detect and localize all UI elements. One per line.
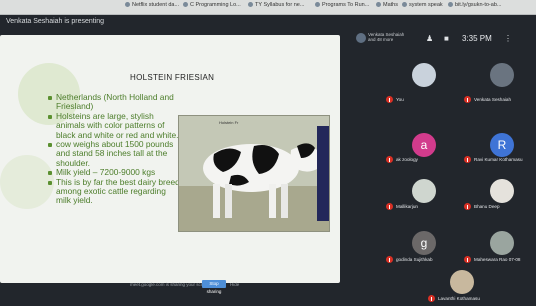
bookmark-icon: [402, 2, 407, 8]
bookmark-icon: [448, 2, 453, 8]
chat-icon[interactable]: ■: [444, 34, 449, 43]
presentation-chip[interactable]: Venkata Seshaiah and 48 more: [368, 32, 408, 42]
bullet-item: cow weighs about 1500 pounds and stand 5…: [48, 139, 180, 168]
participant-name: Ravi Kumar Kothamasu: [474, 157, 523, 162]
participants-icon[interactable]: ♟: [426, 34, 433, 43]
bookmark-item[interactable]: C Programming Lo...: [183, 2, 241, 8]
participant-name: Bhanu Deep: [474, 204, 500, 209]
participant-name: Lavanthi Kothamasu: [438, 296, 480, 301]
clock: 3:35 PM: [462, 34, 492, 43]
bookmark-item[interactable]: bit.ly/gsukn-to-ab...: [448, 2, 501, 8]
presentation-slide: HOLSTEIN FRIESIAN Netherlands (North Hol…: [0, 35, 340, 294]
bookmark-icon: [248, 2, 253, 8]
bookmark-icon: [183, 2, 188, 8]
bookmarks-bar: Netflix student da... C Programming Lo..…: [0, 0, 536, 15]
bookmark-item[interactable]: Netflix student da...: [125, 2, 179, 8]
participant-name: ak zoology: [396, 157, 418, 162]
cow-photo: Holstein Fr: [178, 115, 330, 232]
bookmark-item[interactable]: TY Syllabus for ne...: [248, 2, 304, 8]
bookmark-icon: [315, 2, 320, 8]
avatar: [490, 179, 514, 203]
mic-muted-icon: [386, 96, 393, 103]
presentation-icon: [356, 33, 366, 43]
avatar: [490, 63, 514, 87]
bullet-item: This is by far the best dairy breed amon…: [48, 177, 180, 206]
avatar: R: [490, 133, 514, 157]
participant-name: Mallikarjun: [396, 204, 418, 209]
screen-share-bar: meet.google.com is sharing your screen. …: [130, 280, 240, 294]
avatar: [412, 63, 436, 87]
mic-muted-icon: [464, 203, 471, 210]
cow-illustration: [179, 116, 329, 231]
hide-button[interactable]: Hide: [230, 282, 239, 287]
bullet-item: Netherlands (North Holland and Friesland…: [48, 92, 180, 112]
participant-name: Maheswara Rao 07-08: [474, 257, 521, 262]
more-options-icon[interactable]: ⋮: [504, 34, 512, 43]
participant-name: You: [396, 97, 404, 102]
stop-sharing-button[interactable]: Stop sharing: [202, 280, 226, 294]
presenter-label: Venkata Seshaiah is presenting: [6, 18, 105, 25]
avatar: a: [412, 133, 436, 157]
mic-muted-icon: [464, 156, 471, 163]
meet-top-controls: Venkata Seshaiah and 48 more ♟ ■ 3:35 PM…: [356, 32, 536, 51]
bookmark-icon: [125, 2, 130, 8]
slide-title: HOLSTEIN FRIESIAN: [130, 73, 215, 82]
participant-name: Venkata Seshaiah: [474, 97, 512, 102]
avatar: [490, 231, 514, 255]
mic-muted-icon: [386, 203, 393, 210]
avatar: [450, 270, 474, 294]
slide-bullets: Netherlands (North Holland and Friesland…: [48, 92, 180, 206]
bookmark-item[interactable]: Maths: [376, 2, 398, 8]
mic-muted-icon: [464, 256, 471, 263]
bookmark-icon: [376, 2, 381, 8]
bookmark-item[interactable]: Programs To Run...: [315, 2, 369, 8]
meet-window: Venkata Seshaiah is presenting HOLSTEIN …: [0, 15, 536, 306]
avatar: g: [412, 231, 436, 255]
slide-decoration: [0, 155, 54, 209]
participant-name: godinda Sujithkab: [396, 257, 433, 262]
image-tag: Holstein Fr: [219, 120, 239, 125]
mic-muted-icon: [386, 256, 393, 263]
mic-muted-icon: [386, 156, 393, 163]
avatar: [412, 179, 436, 203]
mic-muted-icon: [428, 295, 435, 302]
bookmark-item[interactable]: system speak: [402, 2, 443, 8]
bullet-item: Holsteins are large, stylish animals wit…: [48, 111, 180, 140]
share-notice: meet.google.com is sharing your screen.: [130, 282, 212, 287]
mic-muted-icon: [464, 96, 471, 103]
